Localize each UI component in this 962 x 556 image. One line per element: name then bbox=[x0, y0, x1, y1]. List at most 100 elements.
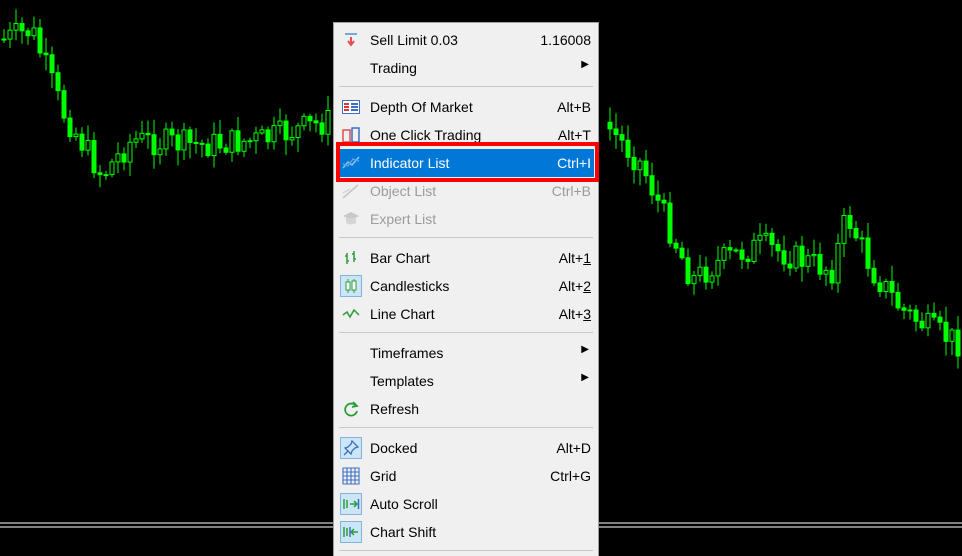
candle-body bbox=[943, 321, 949, 342]
candle-body bbox=[739, 249, 745, 260]
candle-body bbox=[637, 160, 643, 171]
candle-body bbox=[955, 329, 961, 357]
candle-body bbox=[43, 52, 49, 56]
candle-body bbox=[613, 128, 619, 136]
menu-item-label: Candlesticks bbox=[370, 278, 450, 294]
shortcut: Alt+D bbox=[556, 440, 591, 456]
candle-body bbox=[709, 275, 715, 283]
menu-item-templates[interactable]: Templates ▶ bbox=[338, 367, 594, 395]
candle-body bbox=[169, 128, 175, 136]
candle-body bbox=[889, 280, 895, 293]
menu-item-expert-list[interactable]: Expert List bbox=[338, 205, 594, 233]
candle-body bbox=[205, 143, 211, 157]
menu-item-bar-chart[interactable]: Bar Chart Alt+1 bbox=[338, 244, 594, 272]
candle-body bbox=[145, 132, 151, 136]
candle-body bbox=[661, 199, 667, 204]
candle-body bbox=[697, 266, 703, 277]
candle-body bbox=[859, 237, 865, 240]
menu-item-timeframes[interactable]: Timeframes ▶ bbox=[338, 339, 594, 367]
candle-body bbox=[769, 232, 775, 245]
menu-item-label: One Click Trading bbox=[370, 127, 482, 143]
chart-shift-icon bbox=[340, 521, 362, 543]
candle-body bbox=[235, 130, 241, 152]
menu-item-grid[interactable]: Grid Ctrl+G bbox=[338, 462, 594, 490]
candle-body bbox=[271, 125, 277, 143]
candle-body bbox=[655, 194, 661, 201]
candle-body bbox=[871, 267, 877, 284]
candle-body bbox=[121, 153, 127, 163]
menu-item-line-chart[interactable]: Line Chart Alt+3 bbox=[338, 300, 594, 328]
indicator-list-icon bbox=[340, 152, 362, 174]
menu-item-label: Docked bbox=[370, 440, 418, 456]
menu-item-docked[interactable]: Docked Alt+D bbox=[338, 434, 594, 462]
pin-icon bbox=[340, 437, 362, 459]
candle-body bbox=[133, 138, 139, 143]
candle-body bbox=[25, 30, 31, 37]
candle-body bbox=[109, 161, 115, 176]
menu-item-candlesticks[interactable]: Candlesticks Alt+2 bbox=[338, 272, 594, 300]
menu-item-chart-shift[interactable]: Chart Shift bbox=[338, 518, 594, 546]
menu-item-label: Depth Of Market bbox=[370, 99, 473, 115]
candle-body bbox=[679, 247, 685, 259]
candle-body bbox=[715, 259, 721, 277]
grid-icon bbox=[340, 465, 362, 487]
candle-body bbox=[211, 133, 217, 157]
candle-body bbox=[49, 54, 55, 74]
submenu-arrow-icon: ▶ bbox=[581, 59, 589, 70]
candle-body bbox=[37, 27, 43, 54]
candle-body bbox=[895, 291, 901, 309]
candle-body bbox=[127, 141, 133, 163]
candle-body bbox=[97, 172, 103, 176]
candle-body bbox=[751, 239, 757, 262]
candle-body bbox=[901, 307, 907, 311]
candle-body bbox=[757, 234, 763, 241]
bar-chart-icon bbox=[340, 247, 362, 269]
shortcut: Alt+3 bbox=[558, 306, 591, 322]
candle-body bbox=[175, 134, 181, 151]
candle-body bbox=[925, 312, 931, 329]
menu-separator bbox=[339, 237, 593, 238]
candle-body bbox=[103, 174, 109, 177]
candle-body bbox=[241, 140, 247, 152]
candle-body bbox=[61, 90, 67, 119]
menu-item-trading[interactable]: Trading ▶ bbox=[338, 54, 594, 82]
menu-item-label: Sell Limit 0.03 bbox=[370, 32, 458, 48]
candle-body bbox=[247, 140, 253, 143]
menu-item-object-list[interactable]: Object List Ctrl+B bbox=[338, 177, 594, 205]
refresh-icon bbox=[340, 398, 362, 420]
menu-separator bbox=[339, 332, 593, 333]
candle-body bbox=[643, 160, 649, 177]
menu-item-label: Object List bbox=[370, 183, 437, 199]
candle-body bbox=[7, 29, 13, 40]
candle-body bbox=[673, 242, 679, 249]
candle-body bbox=[883, 280, 889, 293]
candle-body bbox=[865, 237, 871, 269]
menu-item-one-click-trading[interactable]: One Click Trading Alt+T bbox=[338, 121, 594, 149]
menu-item-depth-of-market[interactable]: Depth Of Market Alt+B bbox=[338, 93, 594, 121]
object-list-icon bbox=[340, 180, 362, 202]
candle-body bbox=[139, 132, 145, 140]
candle-body bbox=[79, 133, 85, 151]
candle-body bbox=[223, 147, 229, 153]
depth-of-market-icon bbox=[340, 96, 362, 118]
candle-body bbox=[607, 121, 613, 130]
shortcut: Ctrl+I bbox=[557, 155, 591, 171]
menu-item-sell-limit[interactable]: Sell Limit 0.03 1.16008 bbox=[338, 26, 594, 54]
chart-context-menu: Sell Limit 0.03 1.16008 Trading ▶ Depth … bbox=[333, 22, 599, 556]
menu-item-refresh[interactable]: Refresh bbox=[338, 395, 594, 423]
candle-body bbox=[19, 23, 25, 32]
menu-item-indicator-list[interactable]: Indicator List Ctrl+I bbox=[338, 149, 594, 177]
menu-separator bbox=[339, 86, 593, 87]
candle-body bbox=[151, 134, 157, 156]
candle-body bbox=[835, 242, 841, 284]
candlesticks-icon bbox=[340, 275, 362, 297]
candle-body bbox=[847, 214, 853, 229]
menu-item-label: Chart Shift bbox=[370, 524, 437, 540]
candle-body bbox=[187, 129, 193, 143]
candle-body bbox=[703, 266, 709, 283]
candle-body bbox=[787, 263, 793, 269]
menu-item-auto-scroll[interactable]: Auto Scroll bbox=[338, 490, 594, 518]
candle-body bbox=[163, 128, 169, 150]
menu-item-label: Timeframes bbox=[370, 345, 444, 361]
candle-body bbox=[265, 129, 271, 143]
